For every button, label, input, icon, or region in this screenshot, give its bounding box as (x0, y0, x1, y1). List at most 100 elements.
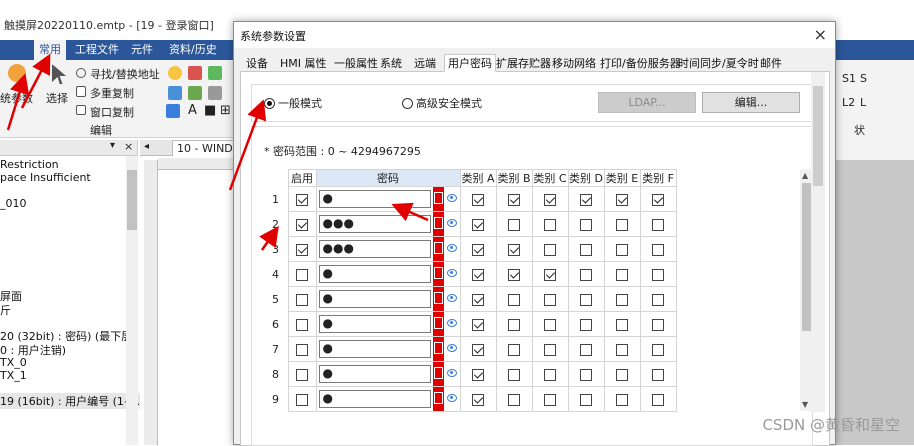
eye-icon[interactable] (446, 244, 457, 252)
password-field[interactable]: ● (318, 390, 431, 408)
advanced-mode-radio[interactable]: 高级安全模式 (402, 95, 482, 111)
class-checkbox-a[interactable] (472, 343, 484, 356)
list-item[interactable]: Restriction (0, 158, 59, 171)
class-checkbox-f[interactable] (652, 268, 664, 281)
right-label-l[interactable]: L (860, 96, 866, 109)
class-checkbox-d[interactable] (580, 393, 592, 406)
keyboard-icon[interactable] (432, 262, 444, 286)
class-checkbox-a[interactable] (472, 368, 484, 381)
class-checkbox-d[interactable] (580, 193, 592, 206)
multi-copy-button[interactable]: 多重复制 (90, 85, 134, 101)
ribbon-tab-project[interactable]: 工程文件 (70, 40, 124, 60)
class-checkbox-d[interactable] (580, 368, 592, 381)
password-field[interactable]: ● (318, 365, 431, 383)
password-field[interactable]: ●●● (318, 215, 431, 233)
tab-print-backup-server[interactable]: 打印/备份服务器 (596, 54, 685, 72)
list-item[interactable]: pace Insufficient (0, 171, 91, 184)
list-item[interactable]: TX_1 (0, 369, 27, 382)
right-label-s1[interactable]: S1 (842, 72, 856, 85)
tab-email[interactable]: 邮件 (756, 54, 786, 72)
password-field[interactable]: ● (318, 290, 431, 308)
keyboard-icon[interactable] (432, 362, 444, 386)
password-field[interactable]: ● (318, 265, 431, 283)
enable-checkbox[interactable] (296, 293, 308, 306)
class-checkbox-d[interactable] (580, 218, 592, 231)
enable-checkbox[interactable] (296, 218, 308, 231)
class-checkbox-b[interactable] (508, 368, 520, 381)
class-checkbox-a[interactable] (472, 268, 484, 281)
class-checkbox-c[interactable] (544, 318, 556, 331)
class-checkbox-d[interactable] (580, 293, 592, 306)
pin-icon[interactable]: ▾ (110, 140, 115, 151)
class-checkbox-b[interactable] (508, 268, 520, 281)
text-icon[interactable]: A (188, 103, 197, 118)
keyboard-icon[interactable] (432, 287, 444, 311)
class-checkbox-e[interactable] (616, 343, 628, 356)
eye-icon[interactable] (446, 294, 457, 302)
image-icon[interactable] (166, 104, 180, 118)
class-checkbox-e[interactable] (616, 393, 628, 406)
close-icon[interactable]: × (814, 25, 827, 44)
class-checkbox-f[interactable] (652, 293, 664, 306)
class-checkbox-a[interactable] (472, 193, 484, 206)
dialog-scrollbar[interactable] (811, 72, 825, 412)
class-checkbox-b[interactable] (508, 293, 520, 306)
class-checkbox-b[interactable] (508, 243, 520, 256)
window-copy-button[interactable]: 窗口复制 (90, 104, 134, 120)
close-panel-icon[interactable]: × (124, 140, 133, 153)
shape-icon[interactable]: ■ (204, 103, 216, 118)
class-checkbox-b[interactable] (508, 343, 520, 356)
class-checkbox-e[interactable] (616, 293, 628, 306)
class-checkbox-f[interactable] (652, 343, 664, 356)
eye-icon[interactable] (446, 394, 457, 402)
tab-time-sync-dst[interactable]: 时间同步/夏令时 (674, 54, 763, 72)
find-replace-button[interactable]: 寻找/替换地址 (90, 66, 160, 82)
list-item[interactable]: _010 (0, 197, 27, 210)
password-field[interactable]: ● (318, 315, 431, 333)
class-checkbox-d[interactable] (580, 343, 592, 356)
enable-checkbox[interactable] (296, 193, 308, 206)
class-checkbox-c[interactable] (544, 268, 556, 281)
class-checkbox-c[interactable] (544, 193, 556, 206)
class-checkbox-e[interactable] (616, 268, 628, 281)
ribbon-tab-home[interactable]: 常用 (34, 40, 66, 60)
scroll-up-icon[interactable]: ▲ (802, 171, 808, 180)
radio-dot[interactable] (402, 97, 413, 109)
class-checkbox-f[interactable] (652, 218, 664, 231)
edit-button[interactable]: 编辑... (702, 92, 800, 113)
numeric-input-icon[interactable] (168, 86, 182, 100)
class-checkbox-d[interactable] (580, 318, 592, 331)
tab-user-password[interactable]: 用户密码 (444, 54, 496, 72)
tab-system[interactable]: 系统 (376, 54, 406, 72)
object-list-scrollbar[interactable] (126, 156, 138, 445)
lamp-icon[interactable] (188, 66, 202, 80)
class-checkbox-a[interactable] (472, 293, 484, 306)
class-checkbox-b[interactable] (508, 193, 520, 206)
keyboard-icon[interactable] (432, 187, 444, 211)
class-checkbox-f[interactable] (652, 393, 664, 406)
bulb-icon[interactable] (168, 66, 182, 80)
class-checkbox-b[interactable] (508, 318, 520, 331)
radio-dot[interactable] (264, 97, 275, 109)
switch-icon[interactable] (208, 66, 222, 80)
enable-checkbox[interactable] (296, 343, 308, 356)
cursor-select-icon[interactable] (52, 64, 66, 84)
class-checkbox-d[interactable] (580, 243, 592, 256)
eye-icon[interactable] (446, 219, 457, 227)
tab-mobile-network[interactable]: 移动网络 (548, 54, 600, 72)
enable-checkbox[interactable] (296, 393, 308, 406)
eye-icon[interactable] (446, 369, 457, 377)
tab-extended-memory[interactable]: 扩展存贮器 (492, 54, 555, 72)
ribbon-tab-objects[interactable]: 元件 (126, 40, 158, 60)
class-checkbox-f[interactable] (652, 193, 664, 206)
class-checkbox-b[interactable] (508, 218, 520, 231)
dialog-scrollbar-thumb[interactable] (813, 86, 823, 186)
eye-icon[interactable] (446, 269, 457, 277)
enable-checkbox[interactable] (296, 243, 308, 256)
class-checkbox-a[interactable] (472, 393, 484, 406)
scroll-down-icon[interactable]: ▼ (802, 400, 808, 409)
class-checkbox-e[interactable] (616, 368, 628, 381)
class-checkbox-a[interactable] (472, 318, 484, 331)
tab-general-attributes[interactable]: 一般属性 (330, 54, 382, 72)
class-checkbox-c[interactable] (544, 368, 556, 381)
